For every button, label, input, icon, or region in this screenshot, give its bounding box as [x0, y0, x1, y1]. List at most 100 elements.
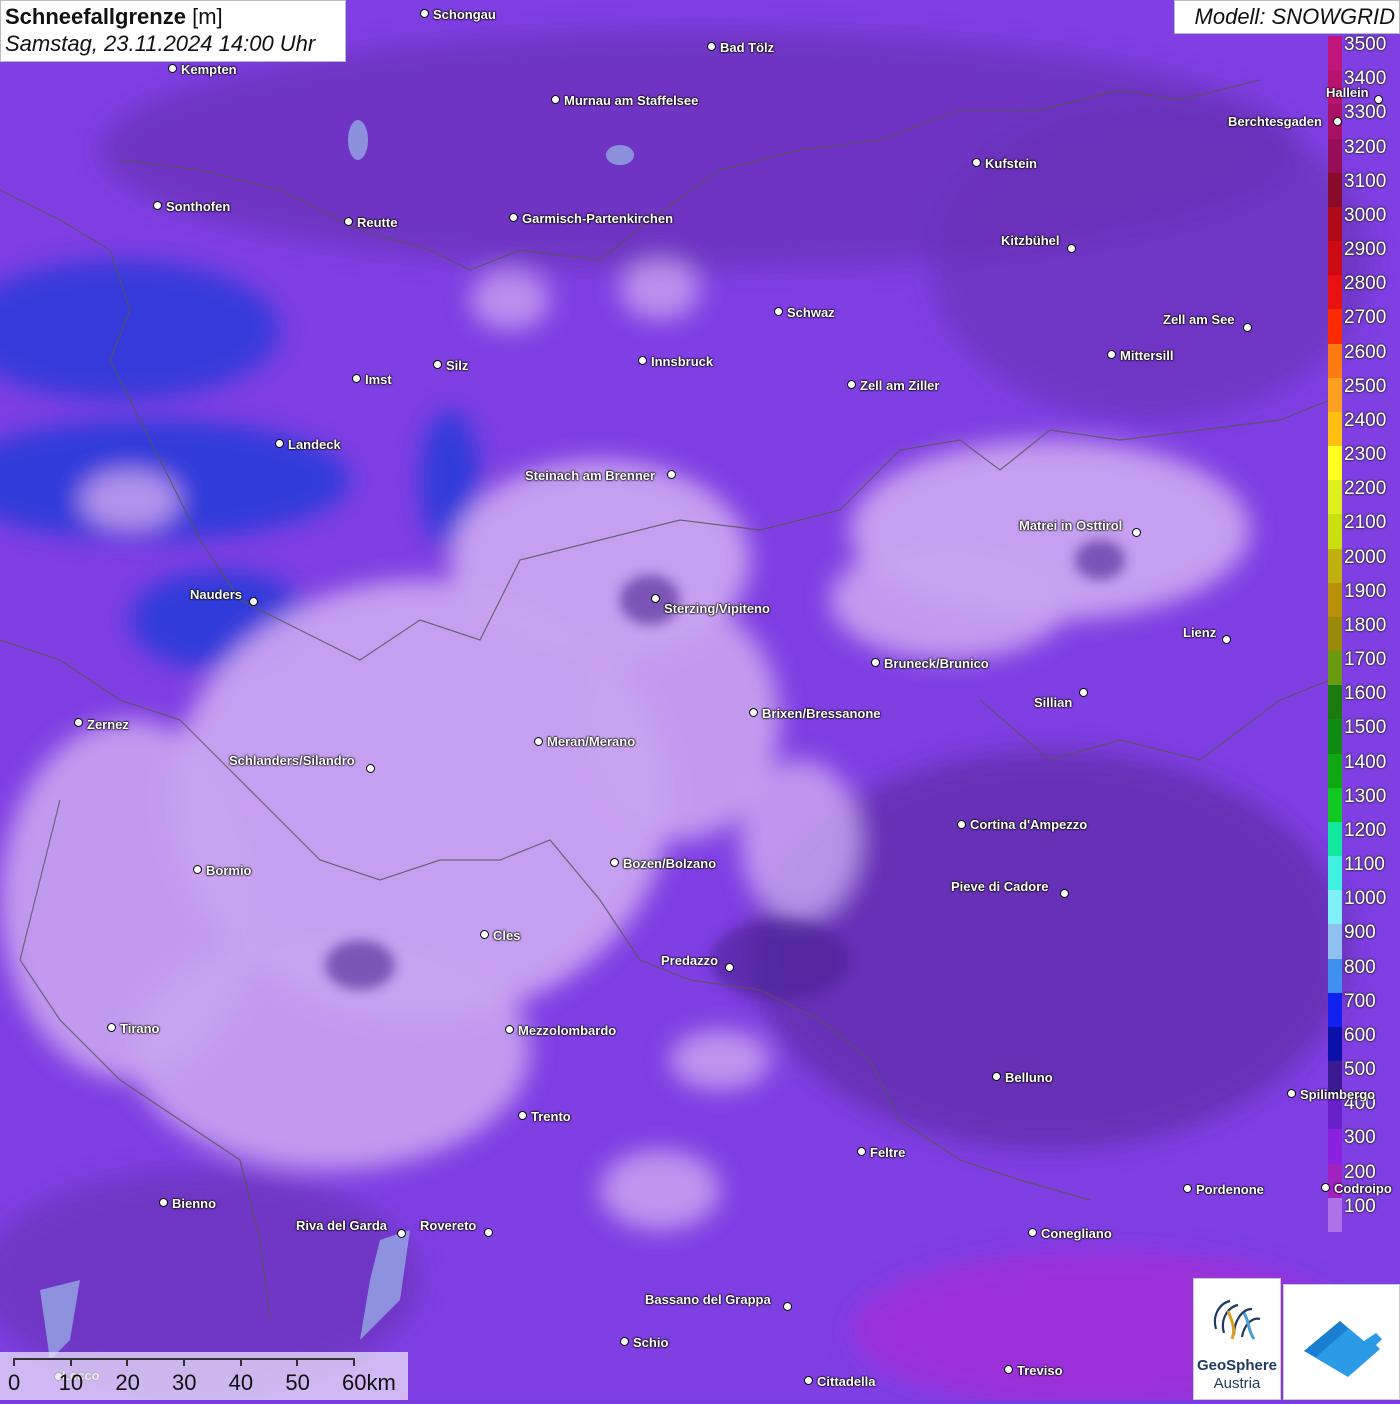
legend-label: 1900 [1344, 580, 1387, 602]
legend-label: 2100 [1344, 512, 1387, 534]
city-label: Schio [633, 1335, 669, 1350]
city-marker[interactable] [1060, 889, 1069, 898]
city-marker[interactable] [1183, 1184, 1192, 1193]
legend-label: 1000 [1344, 888, 1387, 910]
city-marker[interactable] [1028, 1228, 1037, 1237]
legend-bar [1328, 36, 1342, 1233]
city-marker[interactable] [433, 360, 442, 369]
scale-label: 60km [342, 1370, 396, 1395]
city-label: Feltre [870, 1145, 906, 1160]
city-marker[interactable] [366, 764, 375, 773]
legend-label: 100 [1344, 1195, 1376, 1217]
scale-bar: 0 10 20 30 40 50 60km [0, 1352, 408, 1400]
city-marker[interactable] [1067, 244, 1076, 253]
geosphere-country: Austria [1213, 1375, 1261, 1392]
legend-label: 2500 [1344, 375, 1387, 397]
city-marker[interactable] [1333, 117, 1342, 126]
city-marker[interactable] [871, 658, 880, 667]
scale-tick [13, 1358, 15, 1366]
city-marker[interactable] [420, 9, 429, 18]
city-marker[interactable] [620, 1337, 629, 1346]
city-marker[interactable] [804, 1376, 813, 1385]
city-marker[interactable] [397, 1229, 406, 1238]
city-label: Nauders [190, 587, 243, 602]
legend-label: 1600 [1344, 683, 1387, 705]
legend-label: 1100 [1344, 854, 1385, 876]
legend-label: 2000 [1344, 546, 1387, 568]
city-marker[interactable] [1321, 1183, 1330, 1192]
city-marker[interactable] [957, 820, 966, 829]
city-marker[interactable] [344, 217, 353, 226]
city-label: Belluno [1005, 1070, 1053, 1085]
legend-label: 1800 [1344, 614, 1387, 636]
city-marker[interactable] [847, 380, 856, 389]
legend-swatch [1328, 1129, 1342, 1165]
city-label: Treviso [1017, 1363, 1063, 1378]
city-marker[interactable] [275, 439, 284, 448]
legend-swatch [1328, 821, 1342, 857]
city-marker[interactable] [551, 95, 560, 104]
legend-swatch [1328, 856, 1342, 891]
city-marker[interactable] [857, 1147, 866, 1156]
legend-swatch [1328, 206, 1342, 242]
legend-swatch [1328, 685, 1342, 720]
legend-label: 2200 [1344, 478, 1387, 500]
city-marker[interactable] [972, 158, 981, 167]
city-marker[interactable] [1374, 95, 1383, 104]
city-marker[interactable] [534, 737, 543, 746]
city-label: Schlanders/Silandro [229, 753, 355, 768]
legend-label: 1400 [1344, 751, 1387, 773]
city-marker[interactable] [1004, 1365, 1013, 1374]
city-marker[interactable] [638, 356, 647, 365]
legend-label: 2800 [1344, 273, 1387, 295]
city-label: Bormio [206, 863, 252, 878]
city-marker[interactable] [509, 213, 518, 222]
city-label: Cles [493, 928, 521, 943]
scale-label: 20 [115, 1370, 140, 1395]
city-marker[interactable] [480, 930, 489, 939]
city-label: Bienno [172, 1196, 217, 1211]
city-marker[interactable] [159, 1198, 168, 1207]
legend-swatch [1328, 309, 1342, 345]
city-marker[interactable] [651, 594, 660, 603]
city-marker[interactable] [1132, 528, 1141, 537]
city-marker[interactable] [992, 1072, 1001, 1081]
scale-label: 30 [172, 1370, 197, 1395]
city-label: Steinach am Brenner [525, 468, 656, 483]
city-marker[interactable] [107, 1023, 116, 1032]
city-label: Murnau am Staffelsee [564, 93, 699, 108]
legend-swatch [1328, 992, 1342, 1028]
city-marker[interactable] [505, 1025, 514, 1034]
city-marker[interactable] [610, 858, 619, 867]
city-label: Zell am See [1163, 312, 1235, 327]
city-label: Rovereto [420, 1218, 477, 1233]
geosphere-emblem-icon [1213, 1299, 1261, 1340]
city-marker[interactable] [749, 708, 758, 717]
legend-label: 2600 [1344, 341, 1387, 363]
city-label: Kitzbühel [1001, 233, 1060, 248]
city-marker[interactable] [193, 865, 202, 874]
city-marker[interactable] [168, 64, 177, 73]
city-marker[interactable] [707, 42, 716, 51]
app-logo[interactable] [1283, 1284, 1400, 1400]
city-marker[interactable] [1107, 350, 1116, 359]
map-title-box: Schneefallgrenze [m] Samstag, 23.11.2024… [0, 0, 346, 62]
scale-tick [296, 1358, 299, 1366]
city-marker[interactable] [484, 1228, 493, 1237]
city-marker[interactable] [1222, 635, 1231, 644]
legend-swatch [1328, 651, 1342, 686]
city-marker[interactable] [153, 201, 162, 210]
city-marker[interactable] [352, 374, 361, 383]
city-marker[interactable] [774, 307, 783, 316]
city-marker[interactable] [725, 963, 734, 972]
city-marker[interactable] [249, 597, 258, 606]
city-marker[interactable] [783, 1302, 792, 1311]
city-marker[interactable] [74, 718, 83, 727]
city-marker[interactable] [667, 470, 676, 479]
city-marker[interactable] [1079, 688, 1088, 697]
legend-label: 1200 [1344, 819, 1387, 841]
city-marker[interactable] [518, 1111, 527, 1120]
city-label: Riva del Garda [296, 1218, 388, 1233]
city-marker[interactable] [1243, 323, 1252, 332]
city-marker[interactable] [1287, 1089, 1296, 1098]
